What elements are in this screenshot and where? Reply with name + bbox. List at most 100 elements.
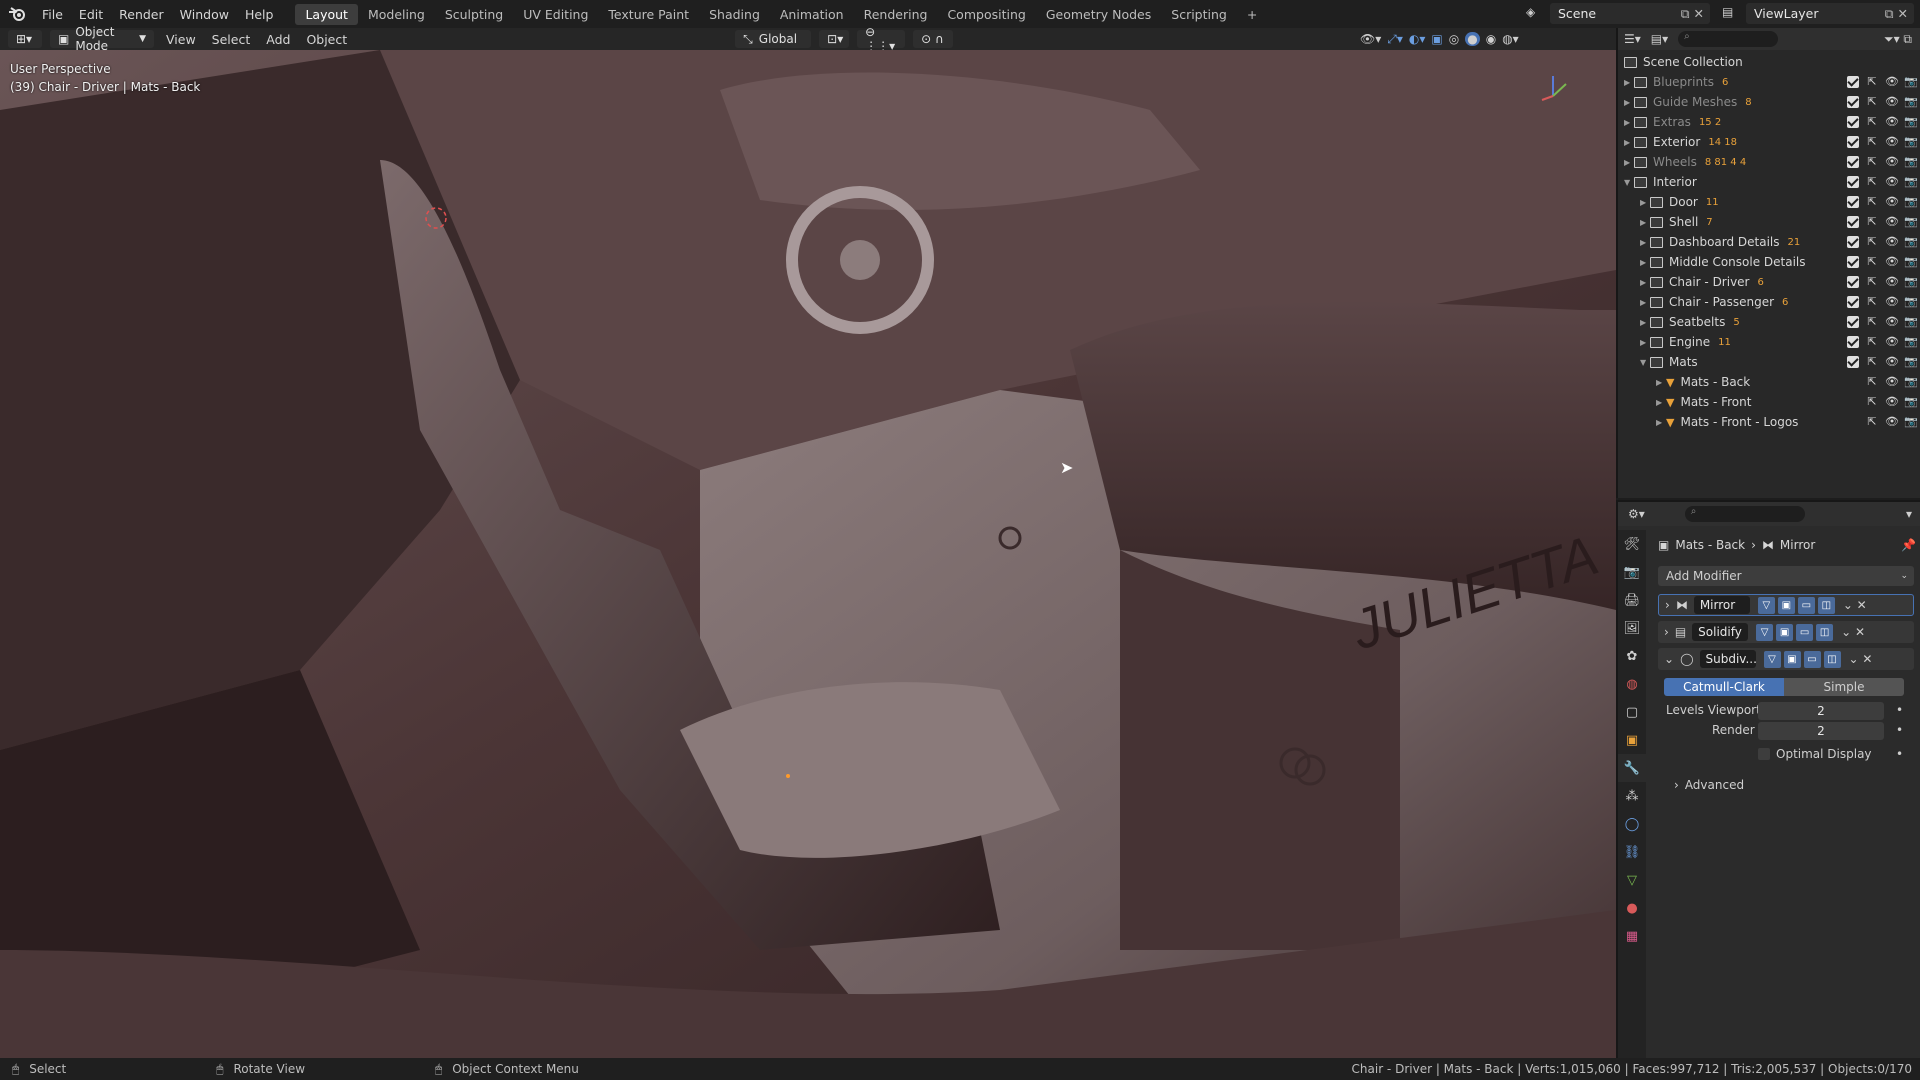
menu-add[interactable]: Add bbox=[258, 32, 298, 47]
select-arrow-icon[interactable]: ⇱ bbox=[1866, 176, 1878, 188]
exclude-checkbox[interactable] bbox=[1847, 116, 1859, 128]
camera-icon[interactable]: 📷 bbox=[1904, 136, 1918, 148]
scene-selector[interactable]: Scene ⧉ ✕ bbox=[1550, 3, 1710, 24]
expand-right-icon[interactable]: ▶ bbox=[1640, 238, 1650, 247]
exclude-checkbox[interactable] bbox=[1847, 236, 1859, 248]
eye-icon[interactable]: 👁 bbox=[1885, 196, 1899, 208]
outliner-row[interactable]: ▶ Dashboard Details 21 ⇱ 👁 📷 bbox=[1618, 232, 1920, 252]
keyframe-dot-icon[interactable]: • bbox=[1896, 703, 1903, 717]
tab-texture-paint[interactable]: Texture Paint bbox=[598, 4, 699, 25]
outliner-row[interactable]: ▶ Blueprints 6 ⇱ 👁 📷 bbox=[1618, 72, 1920, 92]
exclude-checkbox[interactable] bbox=[1847, 296, 1859, 308]
camera-icon[interactable]: 📷 bbox=[1904, 256, 1918, 268]
mode-dropdown[interactable]: ▣ Object Mode ▼ bbox=[50, 25, 154, 53]
menu-window[interactable]: Window bbox=[172, 7, 237, 22]
expand-right-icon[interactable]: ▶ bbox=[1624, 118, 1634, 127]
outliner-row[interactable]: ▶ Exterior 14 18 ⇱ 👁 📷 bbox=[1618, 132, 1920, 152]
menu-help[interactable]: Help bbox=[237, 7, 282, 22]
object-tab-icon[interactable]: ▣ bbox=[1618, 726, 1646, 754]
menu-edit[interactable]: Edit bbox=[71, 7, 111, 22]
close-icon[interactable]: ⌄ ✕ bbox=[1843, 598, 1867, 612]
eye-icon[interactable]: 👁 bbox=[1885, 296, 1899, 308]
simple-button[interactable]: Simple bbox=[1784, 678, 1904, 696]
outliner-editor-type-icon[interactable]: ☰▾ bbox=[1624, 32, 1641, 46]
render-toggle[interactable]: ◫ bbox=[1823, 650, 1841, 668]
tab-geometry-nodes[interactable]: Geometry Nodes bbox=[1036, 4, 1161, 25]
outliner-row[interactable]: ▼ Interior ⇱ 👁 📷 bbox=[1618, 172, 1920, 192]
select-arrow-icon[interactable]: ⇱ bbox=[1866, 316, 1878, 328]
expand-right-icon[interactable]: ▶ bbox=[1656, 398, 1666, 407]
tab-shading[interactable]: Shading bbox=[699, 4, 770, 25]
close-icon[interactable]: ⌄ ✕ bbox=[1849, 652, 1873, 666]
camera-icon[interactable]: 📷 bbox=[1904, 196, 1918, 208]
expand-right-icon[interactable]: ▶ bbox=[1640, 278, 1650, 287]
solid-shading-icon[interactable]: ● bbox=[1465, 32, 1480, 46]
expand-down-icon[interactable]: ▼ bbox=[1640, 358, 1650, 367]
select-arrow-icon[interactable]: ⇱ bbox=[1866, 116, 1878, 128]
expand-right-icon[interactable]: ▶ bbox=[1640, 218, 1650, 227]
catmull-clark-button[interactable]: Catmull-Clark bbox=[1664, 678, 1784, 696]
add-workspace-icon[interactable]: + bbox=[1237, 4, 1267, 25]
render-tab-icon[interactable]: 📷 bbox=[1618, 558, 1646, 586]
select-arrow-icon[interactable]: ⇱ bbox=[1866, 416, 1878, 428]
exclude-checkbox[interactable] bbox=[1847, 136, 1859, 148]
menu-file[interactable]: File bbox=[34, 7, 71, 22]
pivot-point-dropdown[interactable]: ⊡▾ bbox=[819, 30, 850, 48]
outliner-row[interactable]: ▶ ▼ Mats - Front - Logos ⇱ 👁 📷 bbox=[1618, 412, 1920, 432]
eye-icon[interactable]: 👁 bbox=[1885, 416, 1899, 428]
tab-rendering[interactable]: Rendering bbox=[854, 4, 938, 25]
camera-icon[interactable]: 📷 bbox=[1904, 396, 1918, 408]
modifier-mirror[interactable]: › ⧓ Mirror ▽ ▣ ▭ ◫ ⌄ ✕ bbox=[1658, 594, 1914, 616]
camera-icon[interactable]: 📷 bbox=[1904, 96, 1918, 108]
expand-right-icon[interactable]: ▶ bbox=[1640, 258, 1650, 267]
camera-icon[interactable]: 📷 bbox=[1904, 176, 1918, 188]
gizmo-icon[interactable]: ⤢▾ bbox=[1387, 32, 1403, 47]
outliner-row[interactable]: ▶ Engine 11 ⇱ 👁 📷 bbox=[1618, 332, 1920, 352]
modifier-name-subdiv[interactable]: Subdiv... bbox=[1699, 650, 1757, 668]
camera-icon[interactable]: 📷 bbox=[1904, 376, 1918, 388]
pin-icon[interactable]: 📌 bbox=[1901, 538, 1916, 552]
eye-icon[interactable]: 👁 bbox=[1885, 336, 1899, 348]
tab-sculpting[interactable]: Sculpting bbox=[435, 4, 513, 25]
tab-layout[interactable]: Layout bbox=[295, 3, 358, 25]
outliner-row[interactable]: ▶ ▼ Mats - Front ⇱ 👁 📷 bbox=[1618, 392, 1920, 412]
select-arrow-icon[interactable]: ⇱ bbox=[1866, 276, 1878, 288]
render-toggle[interactable]: ◫ bbox=[1816, 623, 1834, 641]
physics-tab-icon[interactable]: ◯ bbox=[1618, 810, 1646, 838]
exclude-checkbox[interactable] bbox=[1847, 196, 1859, 208]
menu-select[interactable]: Select bbox=[204, 32, 259, 47]
menu-object[interactable]: Object bbox=[298, 32, 355, 47]
advanced-subpanel[interactable]: › Advanced bbox=[1674, 778, 1744, 792]
edit-mode-toggle[interactable]: ▽ bbox=[1757, 596, 1775, 614]
keyframe-dot-icon[interactable]: • bbox=[1896, 723, 1903, 737]
camera-icon[interactable]: 📷 bbox=[1904, 336, 1918, 348]
select-arrow-icon[interactable]: ⇱ bbox=[1866, 236, 1878, 248]
exclude-checkbox[interactable] bbox=[1847, 316, 1859, 328]
collection-tab-icon[interactable]: ▢ bbox=[1618, 698, 1646, 726]
output-tab-icon[interactable]: 🖨 bbox=[1618, 586, 1646, 614]
expand-right-icon[interactable]: ▶ bbox=[1624, 98, 1634, 107]
new-scene-icon[interactable]: ⧉ ✕ bbox=[1681, 6, 1704, 22]
select-arrow-icon[interactable]: ⇱ bbox=[1866, 376, 1878, 388]
outliner-row[interactable]: ▶ Chair - Driver 6 ⇱ 👁 📷 bbox=[1618, 272, 1920, 292]
constraints-tab-icon[interactable]: ⛓ bbox=[1618, 838, 1646, 866]
exclude-checkbox[interactable] bbox=[1847, 336, 1859, 348]
material-tab-icon[interactable]: ● bbox=[1618, 894, 1646, 922]
eye-icon[interactable]: 👁 bbox=[1885, 116, 1899, 128]
xray-icon[interactable]: ▣ bbox=[1431, 32, 1442, 46]
select-arrow-icon[interactable]: ⇱ bbox=[1866, 96, 1878, 108]
outliner-row[interactable]: ▶ Extras 15 2 ⇱ 👁 📷 bbox=[1618, 112, 1920, 132]
view-layer-icon[interactable]: ▤ bbox=[1722, 5, 1733, 19]
select-arrow-icon[interactable]: ⇱ bbox=[1866, 136, 1878, 148]
tab-uv-editing[interactable]: UV Editing bbox=[513, 4, 598, 25]
modifier-name-solidify[interactable]: Solidify bbox=[1692, 623, 1749, 641]
expand-right-icon[interactable]: ▶ bbox=[1640, 198, 1650, 207]
eye-icon[interactable]: 👁 bbox=[1885, 76, 1899, 88]
modifier-subdivision[interactable]: ⌄ ◯ Subdiv... ▽ ▣ ▭ ◫ ⌄ ✕ bbox=[1658, 648, 1914, 670]
camera-icon[interactable]: 📷 bbox=[1904, 316, 1918, 328]
chevron-down-icon[interactable]: ▾ bbox=[1906, 507, 1912, 521]
camera-icon[interactable]: 📷 bbox=[1904, 416, 1918, 428]
eye-icon[interactable]: 👁 bbox=[1885, 96, 1899, 108]
exclude-checkbox[interactable] bbox=[1847, 176, 1859, 188]
world-tab-icon[interactable]: ◍ bbox=[1618, 670, 1646, 698]
